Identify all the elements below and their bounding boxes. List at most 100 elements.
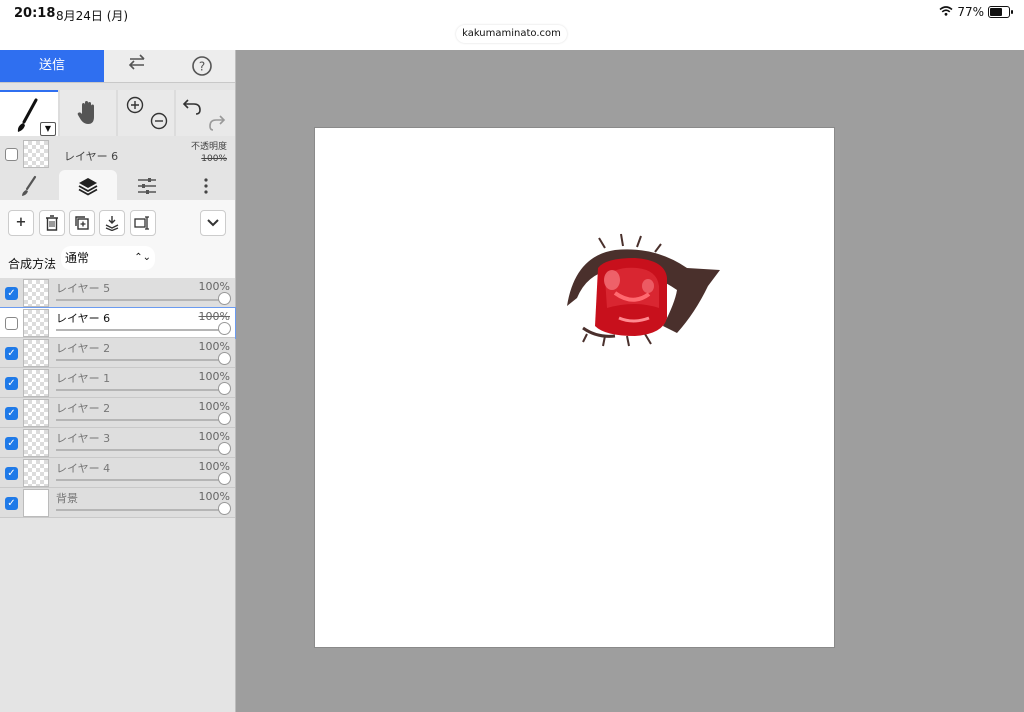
layer-thumbnail	[23, 459, 49, 487]
layer-visibility-checkbox[interactable]	[5, 317, 18, 330]
layer-opacity: 100%	[198, 430, 230, 443]
send-button[interactable]: 送信	[0, 50, 104, 82]
zoom-tool	[118, 90, 174, 136]
layer-actions: +	[0, 200, 235, 246]
layer-row[interactable]: ✓ 背景 100%	[0, 488, 235, 518]
layer-row[interactable]: ✓ レイヤー 3 100%	[0, 428, 235, 458]
sliders-icon	[138, 177, 156, 194]
anime-eye-drawing	[567, 233, 720, 347]
layer-visibility-checkbox[interactable]: ✓	[5, 497, 18, 510]
current-layer-name: レイヤー 6	[64, 150, 119, 163]
top-bar: 送信 ?	[0, 50, 235, 83]
opacity-slider-knob[interactable]	[218, 292, 231, 305]
merge-down-icon	[105, 215, 119, 231]
status-time: 20:18	[14, 6, 56, 21]
layer-row[interactable]: ✓ レイヤー 1 100%	[0, 368, 235, 398]
tab-more[interactable]	[177, 170, 235, 200]
opacity-slider-knob[interactable]	[218, 442, 231, 455]
status-date: 8月24日 (月)	[56, 9, 129, 23]
opacity-slider-track[interactable]	[56, 359, 224, 361]
duplicate-layer-button[interactable]	[69, 210, 95, 236]
add-layer-button[interactable]: +	[8, 210, 34, 236]
opacity-value: 100%	[201, 154, 227, 164]
url-bar[interactable]: kakumaminato.com	[456, 25, 567, 43]
current-layer-thumbnail	[23, 140, 49, 168]
opacity-slider-knob[interactable]	[218, 502, 231, 515]
rename-layer-button[interactable]	[130, 210, 156, 236]
wifi-icon	[939, 5, 953, 19]
layer-visibility-checkbox[interactable]: ✓	[5, 347, 18, 360]
opacity-slider-knob[interactable]	[218, 382, 231, 395]
opacity-slider-knob[interactable]	[218, 472, 231, 485]
opacity-slider-track[interactable]	[56, 329, 224, 331]
layer-opacity: 100%	[198, 400, 230, 413]
layers-icon	[78, 177, 98, 196]
opacity-slider-knob[interactable]	[218, 412, 231, 425]
layer-opacity: 100%	[198, 370, 230, 383]
layer-name: レイヤー 1	[56, 372, 111, 385]
opacity-slider-track[interactable]	[56, 419, 224, 421]
layer-visibility-checkbox[interactable]: ✓	[5, 437, 18, 450]
layer-row[interactable]: ✓ レイヤー 2 100%	[0, 398, 235, 428]
layer-visibility-checkbox[interactable]: ✓	[5, 407, 18, 420]
opacity-slider-track[interactable]	[56, 479, 224, 481]
plus-icon: +	[15, 215, 27, 230]
layer-name: レイヤー 5	[56, 282, 111, 295]
tab-brush[interactable]	[0, 170, 58, 200]
swap-arrows-icon[interactable]	[104, 50, 169, 82]
brush-icon	[22, 175, 37, 196]
layer-opacity: 100%	[198, 340, 230, 353]
tab-adjust[interactable]	[118, 170, 176, 200]
current-layer-checkbox[interactable]	[5, 148, 18, 161]
layer-row[interactable]: ✓ レイヤー 4 100%	[0, 458, 235, 488]
drawing-canvas[interactable]	[314, 127, 835, 648]
layer-thumbnail	[23, 309, 49, 337]
blend-mode-select[interactable]: 通常 ⌃⌄	[61, 246, 155, 270]
hand-icon	[77, 101, 94, 124]
layer-opacity: 100%	[198, 460, 230, 473]
brush-tool-button[interactable]: ▼	[0, 90, 58, 136]
layer-thumbnail	[23, 339, 49, 367]
layer-name: レイヤー 3	[56, 432, 111, 445]
layer-name: 背景	[56, 492, 78, 505]
delete-layer-button[interactable]	[39, 210, 65, 236]
chevron-down-icon	[207, 218, 219, 226]
chevron-down-icon[interactable]: ▼	[40, 122, 56, 136]
battery-icon	[988, 6, 1013, 18]
layer-row[interactable]: ✓ レイヤー 5 100%	[0, 278, 235, 308]
opacity-slider-track[interactable]	[56, 299, 224, 301]
layer-name: レイヤー 6	[56, 312, 111, 325]
expand-actions-button[interactable]	[200, 210, 226, 236]
layer-thumbnail	[23, 369, 49, 397]
layer-name: レイヤー 4	[56, 462, 111, 475]
opacity-slider-track[interactable]	[56, 389, 224, 391]
undo-redo-tool	[176, 90, 235, 136]
merge-down-button[interactable]	[99, 210, 125, 236]
duplicate-icon	[75, 215, 89, 230]
opacity-slider-knob[interactable]	[218, 352, 231, 365]
opacity-slider-track[interactable]	[56, 449, 224, 451]
hand-tool-button[interactable]	[60, 90, 116, 136]
layer-visibility-checkbox[interactable]: ✓	[5, 287, 18, 300]
battery-percent: 77%	[957, 5, 984, 19]
current-layer-bar: レイヤー 6 不透明度 100%	[0, 138, 235, 170]
opacity-slider-track[interactable]	[56, 509, 224, 511]
zoom-in-icon[interactable]	[126, 96, 144, 114]
up-down-caret-icon: ⌃⌄	[134, 252, 151, 263]
layer-row[interactable]: ✓ レイヤー 2 100%	[0, 338, 235, 368]
opacity-indicator[interactable]: 不透明度 100%	[191, 141, 227, 165]
opacity-slider-knob[interactable]	[218, 322, 231, 335]
layer-thumbnail	[23, 429, 49, 457]
opacity-label: 不透明度	[190, 142, 227, 152]
layer-opacity: 100%	[198, 490, 230, 503]
help-circle-icon[interactable]: ?	[169, 50, 234, 82]
undo-icon[interactable]	[182, 99, 201, 115]
layer-thumbnail	[23, 399, 49, 427]
layer-row[interactable]: レイヤー 6 100%	[0, 307, 236, 339]
redo-icon[interactable]	[209, 115, 226, 131]
tab-layers[interactable]	[59, 170, 117, 200]
zoom-out-icon[interactable]	[150, 112, 168, 130]
layer-visibility-checkbox[interactable]: ✓	[5, 377, 18, 390]
layer-visibility-checkbox[interactable]: ✓	[5, 467, 18, 480]
layer-opacity: 100%	[198, 280, 230, 293]
